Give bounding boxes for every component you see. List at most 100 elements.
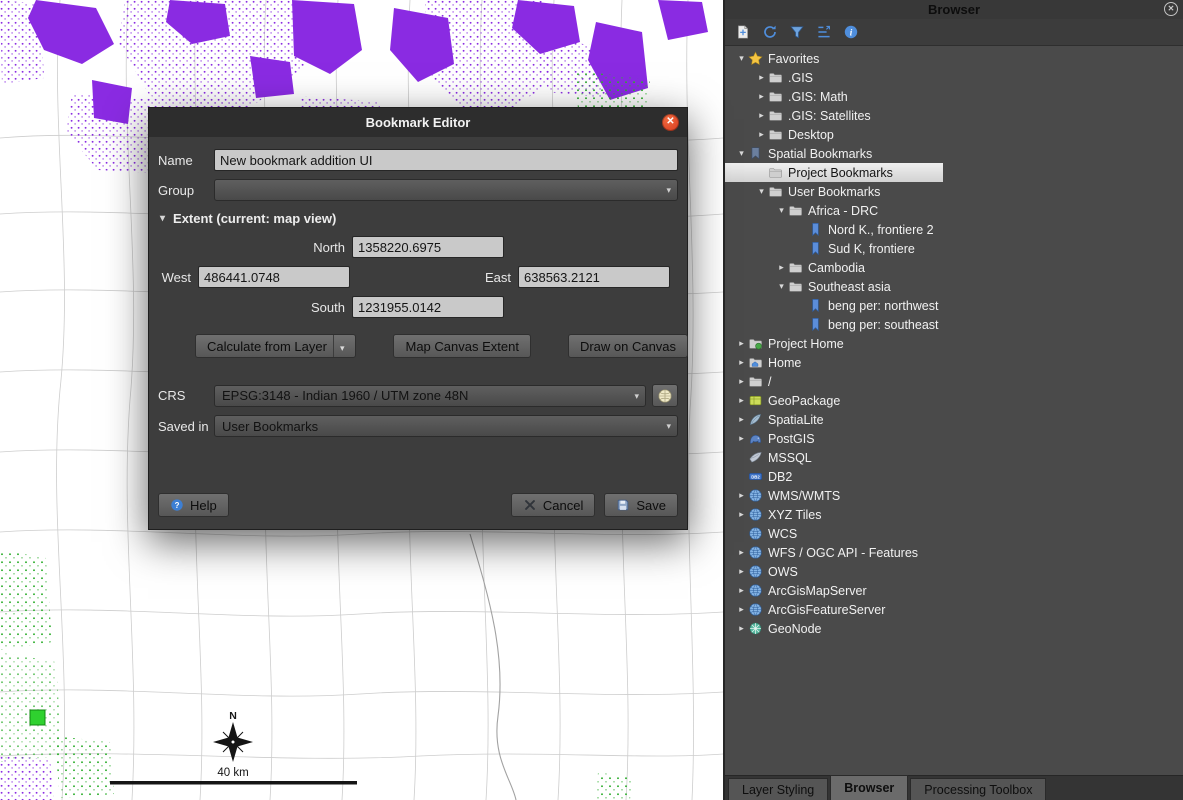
tree-item-project-home[interactable]: ▸ Project Home — [725, 334, 1183, 353]
tree-item-project-bookmarks[interactable]: Project Bookmarks — [725, 163, 943, 182]
tree-item-spatial-bookmarks[interactable]: ▾Spatial Bookmarks — [725, 144, 1183, 163]
expander-collapsed-icon[interactable]: ▸ — [735, 338, 748, 349]
expander-collapsed-icon[interactable]: ▸ — [735, 566, 748, 577]
tree-item-label: WMS/WMTS — [765, 489, 840, 503]
expander-expanded-icon[interactable]: ▾ — [775, 205, 788, 216]
north-input[interactable] — [352, 236, 504, 258]
expander-collapsed-icon[interactable]: ▸ — [735, 433, 748, 444]
crs-globe-icon — [657, 388, 673, 404]
expander-collapsed-icon[interactable]: ▸ — [755, 129, 768, 140]
scale-bar-label: 40 km — [217, 767, 248, 779]
tree-item-label: Project Home — [765, 337, 844, 351]
draw-on-canvas-button[interactable]: Draw on Canvas — [568, 334, 688, 358]
tree-item-xyz-tiles[interactable]: ▸XYZ Tiles — [725, 505, 1183, 524]
tree-item-mssql[interactable]: MSSQL — [725, 448, 1183, 467]
add-layer-icon[interactable] — [734, 23, 752, 41]
tree-item-root[interactable]: ▸/ — [725, 372, 1183, 391]
group-combo[interactable]: ▾ — [214, 179, 678, 201]
expander-expanded-icon[interactable]: ▾ — [775, 281, 788, 292]
expander-expanded-icon[interactable]: ▾ — [735, 53, 748, 64]
expander-collapsed-icon[interactable]: ▸ — [735, 357, 748, 368]
folder-icon — [788, 203, 805, 219]
tree-item-favorites[interactable]: ▾Favorites — [725, 49, 1183, 68]
east-input[interactable] — [518, 266, 670, 288]
tree-item-wms-wmts[interactable]: ▸ WMS/WMTS — [725, 486, 1183, 505]
tab-layer-styling[interactable]: Layer Styling — [728, 778, 828, 800]
mssql-icon — [748, 450, 765, 466]
select-crs-button[interactable] — [652, 384, 678, 407]
tree-item-desktop[interactable]: ▸Desktop — [725, 125, 1183, 144]
calculate-from-layer-button[interactable]: Calculate from Layer ▾ — [195, 334, 356, 358]
expander-collapsed-icon[interactable]: ▸ — [755, 110, 768, 121]
svg-text:DB2: DB2 — [751, 475, 760, 480]
tree-item-arcgisfeatureserver[interactable]: ▸ ArcGisFeatureServer — [725, 600, 1183, 619]
tree-item-africa-drc[interactable]: ▾Africa - DRC — [725, 201, 1183, 220]
expander-collapsed-icon[interactable]: ▸ — [755, 72, 768, 83]
tab-browser[interactable]: Browser — [830, 775, 908, 800]
expander-collapsed-icon[interactable]: ▸ — [735, 414, 748, 425]
expander-collapsed-icon[interactable]: ▸ — [735, 547, 748, 558]
tree-item-db2[interactable]: DB2DB2 — [725, 467, 1183, 486]
collapse-all-icon[interactable] — [815, 23, 833, 41]
tree-item-label: ArcGisFeatureServer — [765, 603, 885, 617]
tree-item-geopackage[interactable]: ▸GeoPackage — [725, 391, 1183, 410]
east-label: East — [474, 270, 518, 285]
tree-item-postgis[interactable]: ▸ PostGIS — [725, 429, 1183, 448]
tree-item-user-bookmarks[interactable]: ▾User Bookmarks — [725, 182, 1183, 201]
expander-collapsed-icon[interactable]: ▸ — [775, 262, 788, 273]
save-label: Save — [636, 498, 666, 513]
tree-item-beng-per-northwest[interactable]: beng per: northwest — [725, 296, 1183, 315]
tree-item-arcgismapserver[interactable]: ▸ArcGisMapServer — [725, 581, 1183, 600]
expander-expanded-icon[interactable]: ▾ — [755, 186, 768, 197]
tree-item-wcs[interactable]: WCS — [725, 524, 1183, 543]
expander-collapsed-icon[interactable]: ▸ — [735, 509, 748, 520]
extent-group-header[interactable]: ▾ Extent (current: map view) — [160, 211, 678, 226]
expander-collapsed-icon[interactable]: ▸ — [735, 376, 748, 387]
expander-collapsed-icon[interactable]: ▸ — [755, 91, 768, 102]
saved-in-combo[interactable]: User Bookmarks ▾ — [214, 415, 678, 437]
tree-item-home[interactable]: ▸Home — [725, 353, 1183, 372]
tree-item-southeast-asia[interactable]: ▾Southeast asia — [725, 277, 1183, 296]
panel-close-icon[interactable]: ✕ — [1164, 2, 1178, 16]
tree-item-wfs-ogc-api-features[interactable]: ▸ WFS / OGC API - Features — [725, 543, 1183, 562]
map-canvas-extent-button[interactable]: Map Canvas Extent — [393, 334, 530, 358]
expander-collapsed-icon[interactable]: ▸ — [735, 490, 748, 501]
help-button[interactable]: ? Help — [158, 493, 229, 517]
tree-item-gis[interactable]: ▸.GIS — [725, 68, 1183, 87]
expander-collapsed-icon[interactable]: ▸ — [735, 395, 748, 406]
cancel-button[interactable]: Cancel — [511, 493, 595, 517]
west-input[interactable] — [198, 266, 350, 288]
tree-item-label: beng per: southeast — [825, 318, 939, 332]
star-icon — [748, 51, 765, 67]
tree-item-gis-math[interactable]: ▸.GIS: Math — [725, 87, 1183, 106]
crs-combo[interactable]: EPSG:3148 - Indian 1960 / UTM zone 48N ▾ — [214, 385, 646, 407]
browser-panel-header[interactable]: Browser ✕ — [725, 0, 1183, 19]
help-icon: ? — [170, 498, 184, 512]
tree-item-beng-per-southeast[interactable]: beng per: southeast — [725, 315, 1183, 334]
tree-item-nord-k-frontiere-2[interactable]: Nord K., frontiere 2 — [725, 220, 1183, 239]
folder-icon — [748, 374, 765, 390]
tree-item-ows[interactable]: ▸OWS — [725, 562, 1183, 581]
south-input[interactable] — [352, 296, 504, 318]
expander-collapsed-icon[interactable]: ▸ — [735, 585, 748, 596]
properties-info-icon[interactable]: i — [842, 23, 860, 41]
save-button[interactable]: Save — [604, 493, 678, 517]
filter-icon[interactable] — [788, 23, 806, 41]
svg-text:?: ? — [175, 501, 180, 510]
dialog-close-button[interactable]: ✕ — [662, 114, 679, 131]
tree-item-gis-satellites[interactable]: ▸.GIS: Satellites — [725, 106, 1183, 125]
tree-item-sud-k-frontiere[interactable]: Sud K, frontiere — [725, 239, 1183, 258]
dialog-titlebar[interactable]: Bookmark Editor ✕ — [149, 108, 687, 137]
tree-item-label: PostGIS — [765, 432, 815, 446]
expander-collapsed-icon[interactable]: ▸ — [735, 604, 748, 615]
tree-item-label: WFS / OGC API - Features — [765, 546, 918, 560]
name-input[interactable] — [214, 149, 678, 171]
expander-expanded-icon[interactable]: ▾ — [735, 148, 748, 159]
tree-item-geonode[interactable]: ▸GeoNode — [725, 619, 1183, 638]
expander-collapsed-icon[interactable]: ▸ — [735, 623, 748, 634]
tree-item-cambodia[interactable]: ▸Cambodia — [725, 258, 1183, 277]
tab-processing-toolbox[interactable]: Processing Toolbox — [910, 778, 1046, 800]
refresh-icon[interactable] — [761, 23, 779, 41]
tree-item-spatialite[interactable]: ▸SpatiaLite — [725, 410, 1183, 429]
qgis-app: N 40 km Browser ✕ i ▾Favorites▸.GIS▸.GIS… — [0, 0, 1183, 800]
